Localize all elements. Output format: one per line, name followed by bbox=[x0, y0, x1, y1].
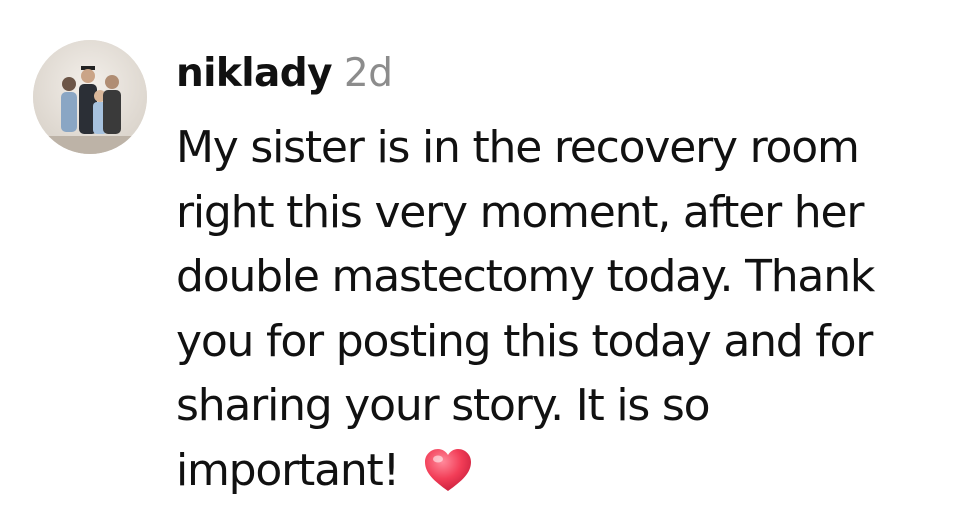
comment-text-line-2: right this very moment, after her bbox=[176, 186, 864, 238]
comment-text-line-3: double mastectomy today. Thank bbox=[176, 251, 875, 302]
avatar[interactable] bbox=[33, 40, 147, 154]
comment-text-line-4: you for posting this today and for bbox=[176, 315, 873, 367]
comment-text-line-5: sharing your story. It is so bbox=[176, 380, 711, 431]
comment-meta: niklady 2d bbox=[176, 50, 966, 98]
username-link[interactable]: niklady bbox=[176, 50, 333, 98]
timestamp[interactable]: 2d bbox=[344, 50, 393, 98]
comment-body: niklady 2d My sister is in the recovery … bbox=[176, 50, 966, 503]
comment-text: My sister is in the recovery room right … bbox=[176, 116, 966, 503]
comment: niklady 2d My sister is in the recovery … bbox=[0, 0, 980, 520]
avatar-photo-icon bbox=[33, 40, 147, 154]
heart-emoji-icon bbox=[422, 445, 474, 497]
comment-text-line-6: important! bbox=[176, 444, 412, 496]
comment-text-line-1: My sister is in the recovery room bbox=[176, 122, 860, 173]
